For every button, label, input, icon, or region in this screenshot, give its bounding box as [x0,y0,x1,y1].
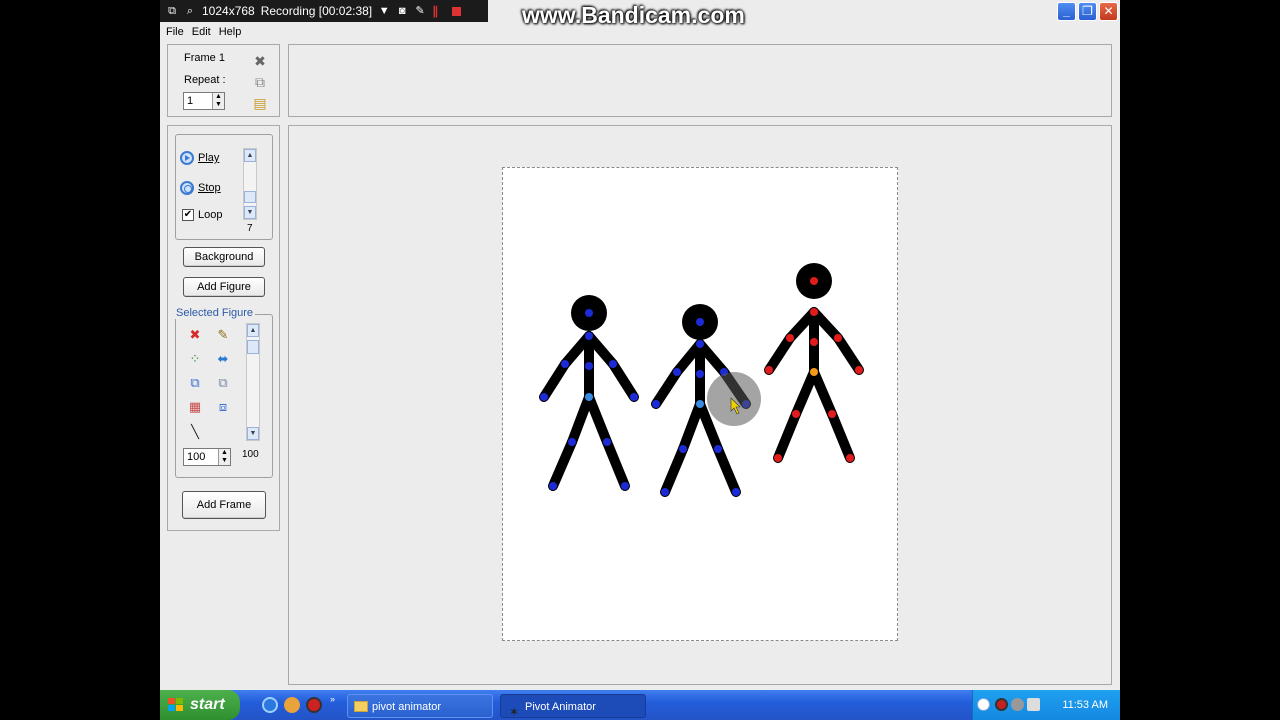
window-icon[interactable]: ⧉ [166,5,178,17]
flip-figure-icon[interactable]: ⬌ [215,351,231,367]
delete-frame-icon[interactable]: ✖ [252,53,268,69]
stick-figures[interactable] [503,168,899,642]
menu-edit[interactable]: Edit [188,24,215,42]
media-player-icon[interactable] [306,697,322,713]
taskbar: start » pivot animator ✶ Pivot Animator … [160,690,1120,720]
speed-slider[interactable]: ▲ ▼ [243,148,257,220]
selected-figure-label: Selected Figure [174,307,256,319]
animation-stage[interactable] [502,167,898,641]
speed-down-button[interactable]: ▼ [244,206,256,219]
loop-checkbox[interactable]: ✔ Loop [182,209,222,221]
color-figure-icon[interactable]: ▦ [187,399,203,415]
windows-flag-icon [168,698,183,711]
window-controls: _ ❐ ✕ [1057,2,1118,21]
bandicam-watermark: www.Bandicam.com [522,2,745,28]
figure-size-slider[interactable]: ▲ ▼ [246,323,260,441]
folder-icon [354,701,368,712]
loop-label: Loop [198,209,223,221]
recording-status: Recording [00:02:38] [260,4,373,18]
pause-icon[interactable]: ∥ [432,4,438,18]
size-down-button[interactable]: ▼ [247,427,259,440]
speed-value: 7 [247,223,253,234]
tray-expand-icon[interactable] [977,698,990,711]
frame-strip[interactable] [288,44,1112,117]
edit-figure-icon[interactable]: ✎ [215,327,231,343]
stick-figure-3[interactable] [764,263,864,463]
figure-size-readout: 100 [242,449,259,460]
firefox-icon[interactable] [284,697,300,713]
repeat-label: Repeat : [184,74,226,86]
menu-file[interactable]: File [162,24,188,42]
duplicate-figure-icon[interactable]: ⧉ [187,375,203,391]
cursor-highlight [707,372,761,426]
screen: ⧉ ⌕ 1024x768 Recording [00:02:38] ▼ ◙ ✎ … [160,0,1120,720]
paste-frame-icon[interactable]: ▤ [252,95,268,111]
menu-bar: File Edit Help [160,24,245,42]
add-frame-label: Add Frame [196,499,252,511]
clock: 11:53 AM [1062,699,1108,711]
figure-size-spinner-arrows[interactable]: ▲ ▼ [218,449,230,465]
bandicam-tray-icon[interactable] [995,698,1008,711]
repeat-input[interactable]: 1 ▲ ▼ [183,92,225,110]
stop-option[interactable]: Stop [180,181,221,195]
center-figure-icon[interactable]: ⁘ [187,351,203,367]
start-label: start [190,696,225,713]
background-button[interactable]: Background [183,247,265,267]
stop-icon [180,181,194,195]
figure-size-input[interactable]: 100 ▲ ▼ [183,448,231,466]
frame-panel: Frame 1 Repeat : 1 ▲ ▼ ✖ ⧉ ▤ [167,44,280,117]
more-quicklaunch-icon[interactable]: » [330,694,335,704]
canvas-panel [288,125,1112,685]
pencil-icon[interactable]: ✎ [414,5,426,17]
system-tray: 11:53 AM [972,690,1120,720]
close-button[interactable]: ✕ [1099,2,1118,21]
play-label: Play [198,152,220,164]
task-pivot-animator-folder[interactable]: pivot animator [347,694,493,718]
segment-tool-icon[interactable]: ╲ [187,424,203,440]
play-icon [180,151,194,165]
frame-label: Frame 1 [184,52,225,64]
dropdown-icon[interactable]: ▼ [378,5,390,17]
figure-size-value: 100 [187,451,206,463]
start-button[interactable]: start [160,690,240,720]
task-folder-label: pivot animator [372,701,442,713]
volume-tray-icon[interactable] [1027,698,1040,711]
add-figure-button[interactable]: Add Figure [183,277,265,297]
camera-icon[interactable]: ◙ [396,5,408,17]
raise-figure-icon[interactable]: ⧈ [215,399,231,415]
copy-frame-icon[interactable]: ⧉ [252,74,268,90]
repeat-spinner-arrows[interactable]: ▲ ▼ [212,93,224,109]
menu-help[interactable]: Help [215,24,246,42]
lower-figure-icon[interactable]: ⧉ [215,375,231,391]
repeat-value: 1 [187,95,194,107]
add-figure-label: Add Figure [197,281,251,293]
stop-record-icon[interactable] [452,6,462,16]
network-tray-icon[interactable] [1011,698,1024,711]
background-label: Background [194,251,254,263]
stop-label: Stop [198,182,221,194]
search-icon[interactable]: ⌕ [184,5,196,17]
task-pivot-animator-app[interactable]: ✶ Pivot Animator [500,694,646,719]
size-up-button[interactable]: ▲ [247,324,259,337]
side-panel: Play Stop ✔ Loop ▲ ▼ 7 Background Add Fi… [167,125,280,531]
recording-resolution: 1024x768 [202,4,255,18]
speed-slider-thumb[interactable] [244,191,256,203]
loop-check-icon: ✔ [182,209,194,221]
maximize-button[interactable]: ❐ [1078,2,1097,21]
stick-figure-1[interactable] [539,295,639,491]
add-frame-button[interactable]: Add Frame [182,491,266,519]
play-option[interactable]: Play [180,151,219,165]
bandicam-recording-bar: ⧉ ⌕ 1024x768 Recording [00:02:38] ▼ ◙ ✎ … [160,0,488,22]
task-pivot-label: Pivot Animator [525,701,596,713]
ie-icon[interactable] [262,697,278,713]
size-slider-thumb[interactable] [247,340,259,354]
stickman-icon: ✶ [509,705,520,719]
minimize-button[interactable]: _ [1057,2,1076,21]
delete-figure-icon[interactable]: ✖ [187,327,203,343]
speed-up-button[interactable]: ▲ [244,149,256,162]
